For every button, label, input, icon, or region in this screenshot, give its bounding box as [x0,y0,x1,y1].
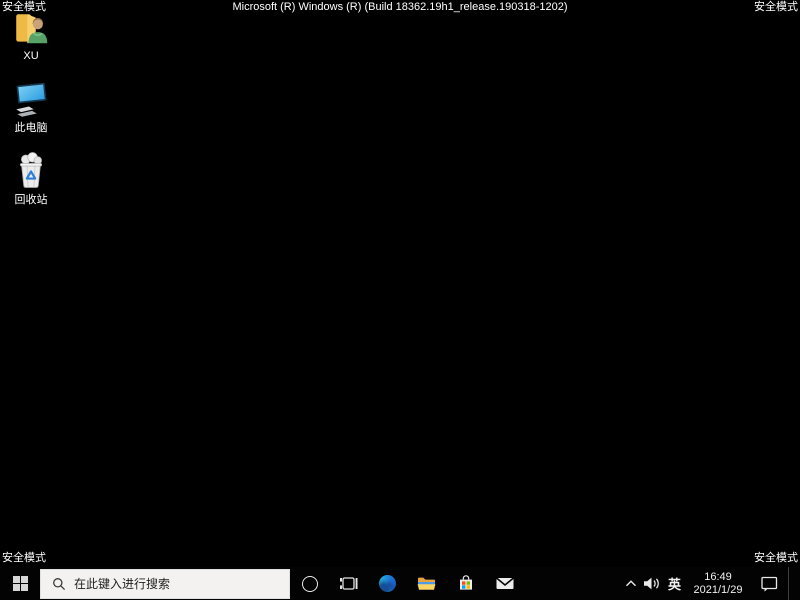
taskbar: 英 16:49 2021/1/29 [0,567,800,600]
windows-build-banner: Microsoft (R) Windows (R) (Build 18362.1… [232,1,568,13]
system-tray: 英 16:49 2021/1/29 [622,567,800,600]
safe-mode-watermark-bottom-right: 安全模式 [754,552,798,564]
tray-volume-button[interactable] [640,567,663,600]
desktop-icon-user-folder[interactable]: XU [0,8,62,62]
recycle-bin-icon [12,152,50,194]
file-explorer-icon [417,577,436,590]
taskbar-search-box[interactable] [40,568,290,599]
desktop-icon-this-pc[interactable]: 此电脑 [0,80,62,134]
taskbar-store-button[interactable] [446,567,485,600]
tray-clock[interactable]: 16:49 2021/1/29 [686,567,750,600]
tray-ime-indicator[interactable]: 英 [663,567,686,600]
tray-action-center-button[interactable] [750,567,788,600]
mail-icon [495,577,514,589]
speaker-icon [644,577,659,590]
show-desktop-button[interactable] [788,567,800,600]
chevron-up-icon [625,580,637,587]
search-input[interactable] [74,576,289,591]
desktop-icon-label: 此电脑 [14,122,48,134]
desktop-icon-recycle-bin[interactable]: 回收站 [0,152,62,206]
edge-icon [379,575,396,592]
taskbar-edge-button[interactable] [368,567,407,600]
cortana-icon [301,575,318,592]
store-icon [459,575,472,590]
this-pc-icon [12,80,50,122]
taskbar-mail-button[interactable] [485,567,524,600]
user-folder-icon [12,8,50,50]
tray-show-hidden-icons-button[interactable] [622,567,640,600]
taskbar-file-explorer-button[interactable] [407,567,446,600]
tray-time: 16:49 [704,570,732,583]
tray-date: 2021/1/29 [693,583,743,596]
safe-mode-desktop: 安全模式 安全模式 安全模式 安全模式 Microsoft (R) Window… [0,0,800,600]
start-button[interactable] [0,567,40,600]
action-center-icon [760,576,777,592]
search-icon [53,577,66,590]
desktop-icon-label: 回收站 [14,194,48,206]
taskbar-task-view-button[interactable] [329,567,368,600]
taskbar-cortana-button[interactable] [290,567,329,600]
safe-mode-watermark-bottom-left: 安全模式 [2,552,46,564]
desktop-icon-label: XU [23,50,39,62]
windows-logo-icon [12,576,28,591]
task-view-icon [340,577,358,590]
